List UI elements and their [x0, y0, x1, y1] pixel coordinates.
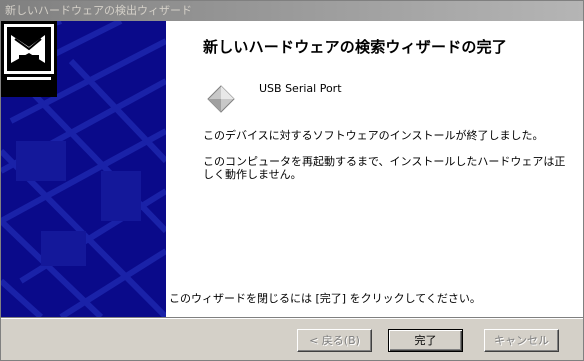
window-title: 新しいハードウェアの検出ウィザード — [5, 4, 192, 17]
restart-notice-text: このコンピュータを再起動するまで、インストールしたハードウェアは正しく動作しませ… — [203, 155, 566, 181]
device-diamond-icon — [207, 85, 235, 113]
device-name: USB Serial Port — [259, 82, 342, 95]
page-title: 新しいハードウェアの検索ウィザードの完了 — [203, 38, 508, 56]
cancel-button[interactable]: キャンセル — [484, 329, 559, 352]
hardware-wizard-icon — [1, 21, 57, 97]
button-separator — [1, 317, 583, 319]
wizard-content: 新しいハードウェアの検索ウィザードの完了 USB Serial Port このデ… — [166, 21, 583, 317]
close-instruction-text: このウィザードを閉じるには [完了] をクリックしてください。 — [169, 292, 481, 305]
wizard-sidebar-banner — [1, 21, 166, 317]
wizard-window: 新しいハードウェアの検出ウィザード 新しいハードウェアの検索ウィザードの完了 U… — [0, 0, 584, 361]
install-complete-text: このデバイスに対するソフトウェアのインストールが終了しました。 — [203, 129, 544, 142]
back-button[interactable]: < 戻る(B) — [297, 329, 372, 352]
title-bar[interactable]: 新しいハードウェアの検出ウィザード — [1, 1, 583, 21]
finish-button[interactable]: 完了 — [388, 329, 463, 352]
